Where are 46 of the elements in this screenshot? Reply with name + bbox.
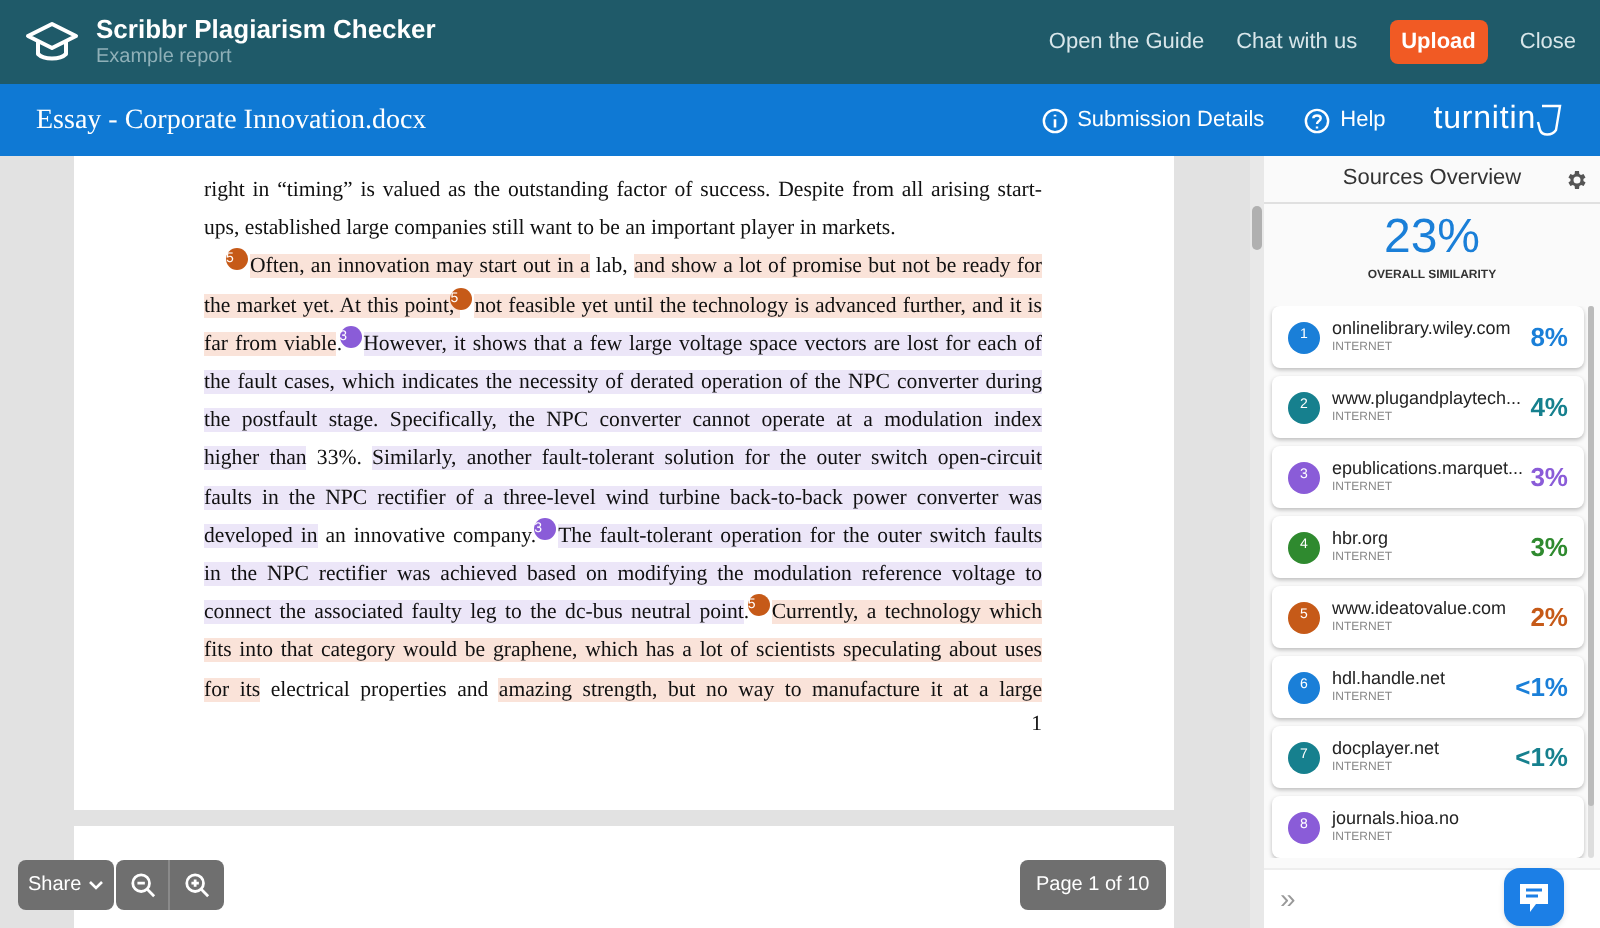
- source-name: hbr.org: [1332, 527, 1391, 549]
- source-percent: <1%: [1515, 739, 1568, 776]
- document-line: higher than 33%. Similarly, another fault-tolerant solution for the outer switch open-circuit: [204, 444, 1042, 475]
- chevron-down-icon: [87, 879, 104, 891]
- source-name: docplayer.net: [1332, 737, 1442, 759]
- source-name: www.plugandplaytech...: [1332, 387, 1524, 409]
- zoom-in-icon: [184, 872, 210, 898]
- source-percent: 2%: [1530, 599, 1568, 636]
- zoom-out-button[interactable]: [116, 860, 170, 910]
- document-title: Essay - Corporate Innovation.docx: [36, 103, 427, 139]
- close-link[interactable]: Close: [1519, 25, 1576, 59]
- overall-similarity-value: 23%: [1383, 212, 1481, 264]
- document-line: ups, established large companies still want to be an important player in markets.: [204, 214, 898, 245]
- turnitin-logo-text: turnitin: [1433, 100, 1536, 140]
- source-name: www.ideatovalue.com: [1332, 597, 1509, 619]
- page-number: 1: [1029, 709, 1042, 738]
- app-title: Scribbr Plagiarism Checker: [96, 14, 436, 46]
- source-percent: 3%: [1530, 529, 1568, 566]
- page-logo-icon: [1536, 102, 1564, 138]
- app-subtitle: Example report: [96, 46, 234, 70]
- zoom-in-button[interactable]: [170, 860, 224, 910]
- graduation-cap-icon: [24, 20, 80, 64]
- help-button[interactable]: Help: [1304, 103, 1386, 137]
- submission-details-button[interactable]: Submission Details: [1041, 103, 1265, 137]
- header-link[interactable]: Open the Guide: [1048, 25, 1205, 59]
- source-name: epublications.marquet...: [1332, 457, 1526, 479]
- source-percent: 3%: [1530, 459, 1568, 496]
- chat-bubble-icon: [1516, 879, 1552, 915]
- panel-title: Sources Overview: [1342, 164, 1522, 195]
- document-line: for its electrical properties and amazing strength, but no way to manufacture it at a large: [204, 675, 1042, 706]
- source-name: onlinelibrary.wiley.com: [1332, 317, 1513, 339]
- source-name: hdl.handle.net: [1332, 667, 1448, 689]
- settings-icon[interactable]: [1564, 167, 1588, 191]
- source-percent: <1%: [1515, 669, 1568, 706]
- source-percent: 4%: [1530, 389, 1568, 426]
- source-percent: 8%: [1530, 319, 1568, 356]
- info-icon: [1041, 107, 1068, 133]
- document-line: right in “timing” is valued as the outstanding factor of success. Despite from all arising start-: [204, 176, 1042, 206]
- help-icon: [1304, 107, 1331, 133]
- upload-button[interactable]: Upload: [1389, 19, 1488, 65]
- share-button[interactable]: Share: [18, 860, 114, 910]
- zoom-out-icon: [129, 872, 155, 898]
- page-indicator: Page 1 of 10: [1020, 860, 1166, 910]
- chat-button[interactable]: [1504, 868, 1564, 926]
- source-name: journals.hioa.no: [1332, 807, 1462, 829]
- header-link[interactable]: Chat with us: [1236, 25, 1358, 59]
